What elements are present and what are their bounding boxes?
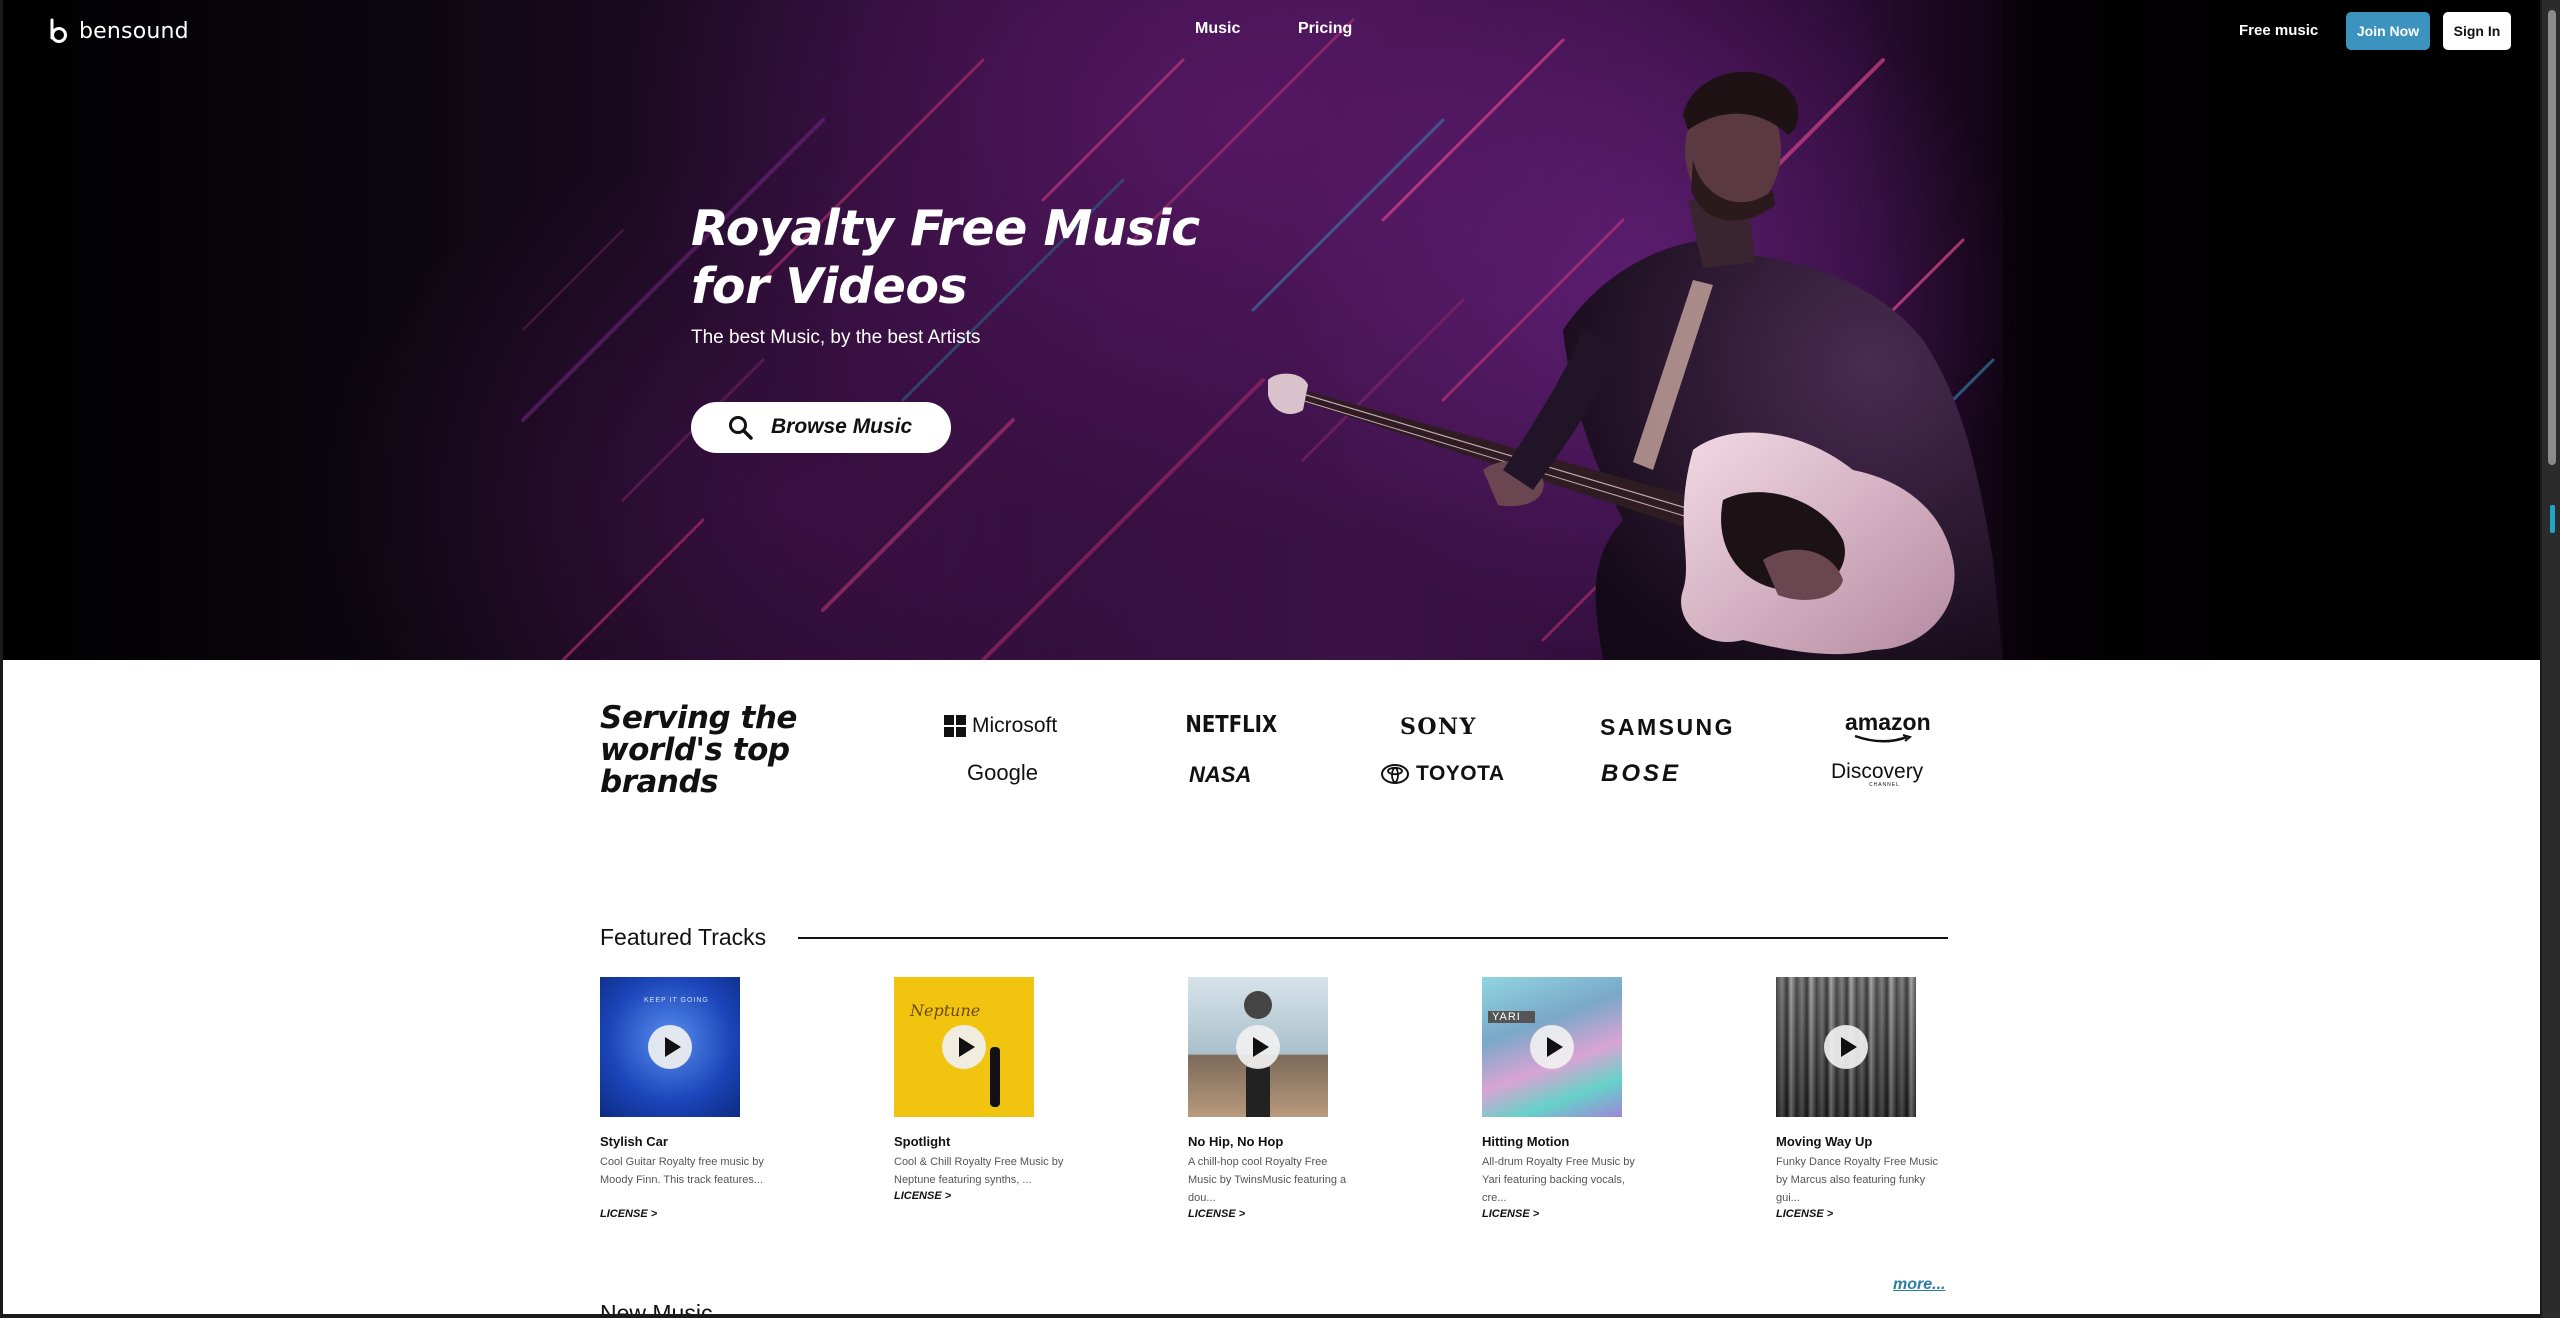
bensound-logo-icon [50,18,67,43]
join-now-button[interactable]: Join Now [2346,12,2430,50]
brand-bose: BOSE [1601,760,1682,787]
brand-google: Google [967,760,1038,785]
track-title[interactable]: Hitting Motion [1482,1134,1569,1149]
cover-text: YARI [1488,1011,1535,1023]
free-music-link[interactable]: Free music [2239,22,2318,39]
brands-heading-line3: brands [600,764,719,800]
brand-toyota: TOYOTA [1380,762,1505,786]
cover-figure [990,1047,1000,1107]
featured-divider [798,937,1948,939]
brand-netflix: NETFLIX [1185,712,1278,738]
guitarist-image [1268,0,2540,660]
license-link[interactable]: LICENSE > [894,1190,951,1202]
track-description: Funky Dance Royalty Free Music by Marcus… [1776,1156,1938,1204]
toyota-logo-icon [1381,764,1409,784]
brands-heading-line1: Serving the [600,700,797,736]
brand-toyota-text: TOYOTA [1416,762,1505,785]
new-music-heading: New Music [600,1300,713,1314]
brand-nasa: NASA [1189,762,1252,787]
cover-figure [1244,991,1272,1019]
play-icon[interactable] [942,1025,986,1069]
scrollbar-marker [2550,505,2555,533]
cover-figure-body [1246,1067,1270,1117]
browse-music-label: Browse Music [771,415,913,438]
amazon-smile-icon [1854,734,1913,743]
page: bensound Music Pricing Free music Join N… [3,0,2540,1314]
more-tracks-link[interactable]: more... [1893,1276,1945,1294]
track-title[interactable]: Moving Way Up [1776,1134,1872,1149]
brand-amazon: amazon [1845,709,1931,735]
brand-discovery: Discovery [1831,760,1924,783]
play-icon[interactable] [1824,1025,1868,1069]
brand-samsung: SAMSUNG [1600,714,1736,740]
logo-text: bensound [79,18,189,44]
track-cover[interactable]: Neptune [894,977,1034,1117]
brand-sony: SONY [1400,714,1477,740]
browse-music-button[interactable]: Browse Music [691,402,951,453]
play-icon[interactable] [648,1025,692,1069]
brand-microsoft: Microsoft [944,714,1057,738]
nav-music[interactable]: Music [1195,20,1240,38]
hero-title: Royalty Free Music for Videos [691,200,1211,316]
cover-text: Neptune [910,1001,981,1020]
track-title[interactable]: Spotlight [894,1134,950,1149]
play-icon[interactable] [1530,1025,1574,1069]
track-title[interactable]: Stylish Car [600,1134,668,1149]
featured-tracks-heading: Featured Tracks [600,924,767,950]
track-description: A chill-hop cool Royalty Free Music by T… [1188,1156,1347,1204]
track-description: Cool & Chill Royalty Free Music by Neptu… [894,1156,1064,1186]
sign-in-button[interactable]: Sign In [2443,12,2511,50]
hero-subtitle: The best Music, by the best Artists [691,327,981,348]
nav-pricing[interactable]: Pricing [1298,20,1352,38]
brands-heading-line2: world's top [600,732,790,768]
track-cover[interactable] [1188,977,1328,1117]
license-link[interactable]: LICENSE > [1776,1208,1833,1220]
microsoft-logo-icon [944,715,966,737]
scrollbar-thumb[interactable] [2548,10,2556,465]
track-title[interactable]: No Hip, No Hop [1188,1134,1283,1149]
track-description: All-drum Royalty Free Music by Yari feat… [1482,1156,1635,1204]
brand-microsoft-text: Microsoft [972,714,1058,737]
cover-text: KEEP IT GOING [644,997,709,1004]
hero-title-line2: for Videos [691,258,968,315]
track-cover[interactable]: KEEP IT GOING [600,977,740,1117]
play-icon[interactable] [1236,1025,1280,1069]
hero-title-line1: Royalty Free Music [691,200,1200,257]
track-cover[interactable] [1776,977,1916,1117]
search-icon [729,416,753,440]
track-cover[interactable]: YARI [1482,977,1622,1117]
hero-banner: bensound Music Pricing Free music Join N… [3,0,2540,660]
brands-heading: Serving the world's top brands [600,702,820,798]
license-link[interactable]: LICENSE > [1188,1208,1245,1220]
brand-discovery-sub: CHANNEL [1869,782,1900,788]
license-link[interactable]: LICENSE > [600,1208,657,1220]
track-description: Cool Guitar Royalty free music by Moody … [600,1156,764,1186]
bensound-logo[interactable]: bensound [49,18,189,44]
license-link[interactable]: LICENSE > [1482,1208,1539,1220]
